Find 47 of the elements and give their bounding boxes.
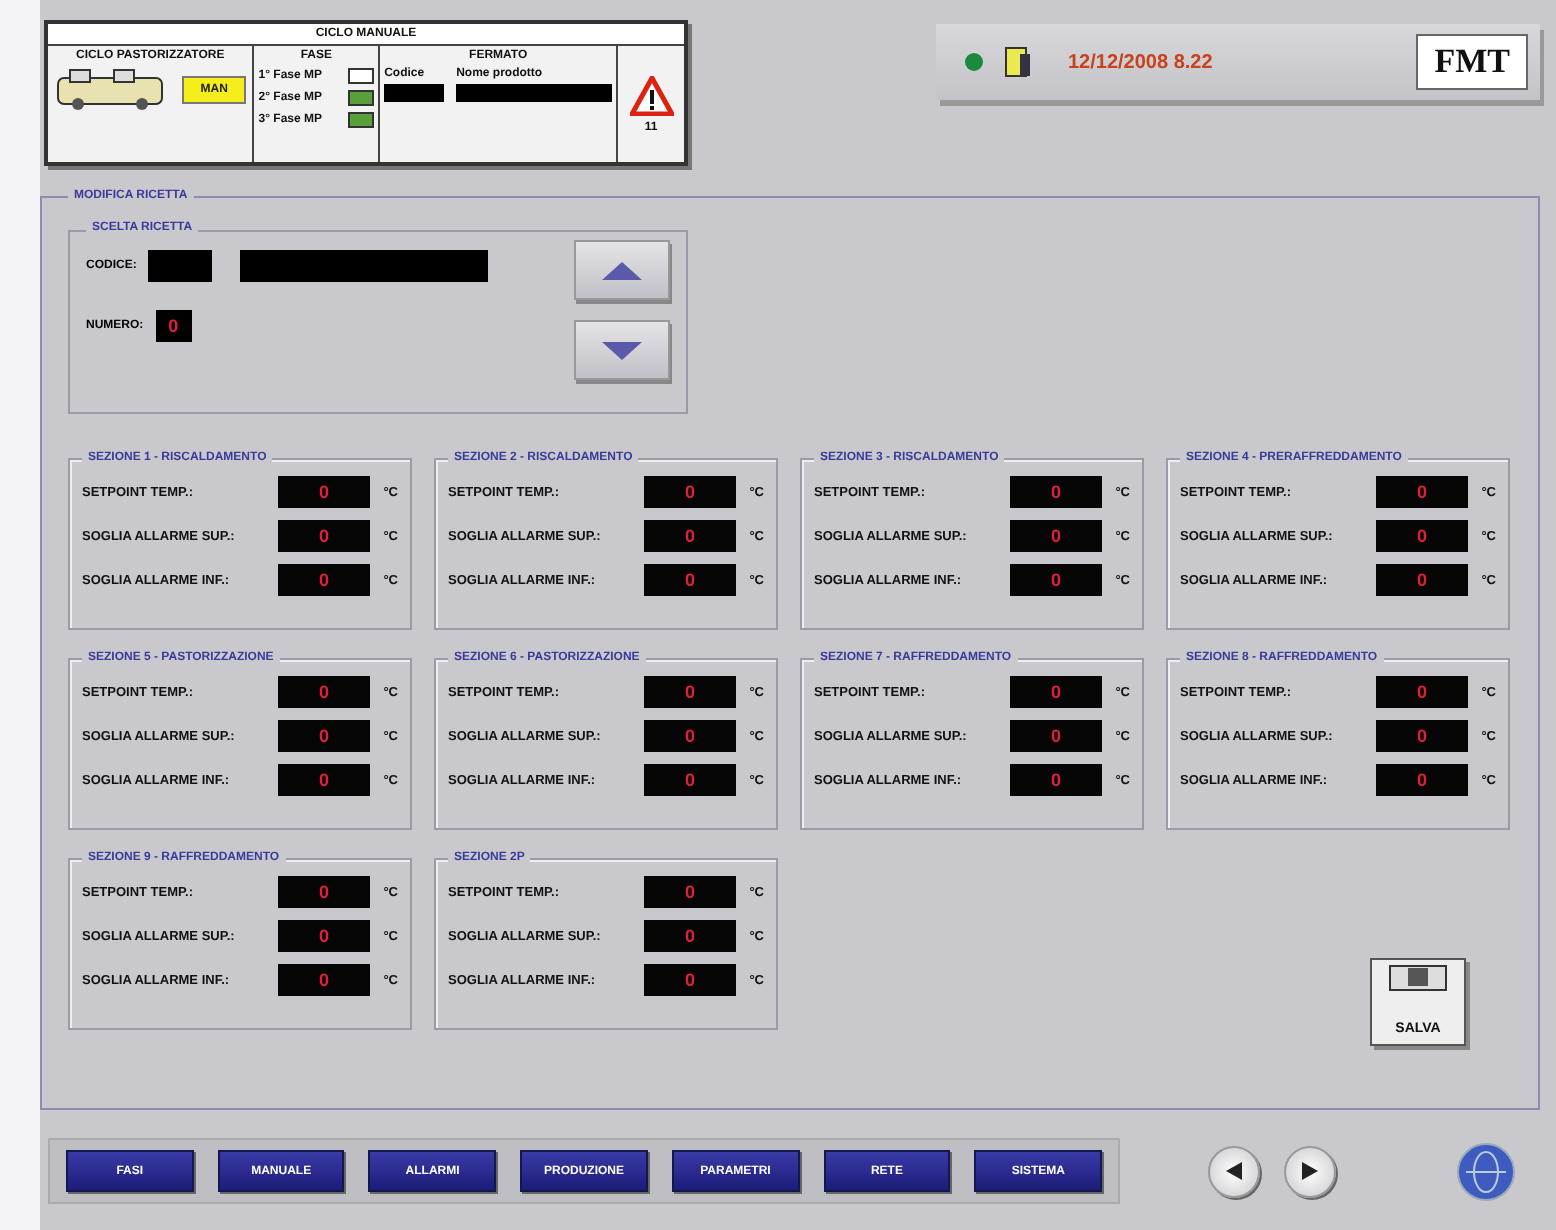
value-display[interactable]: 0 [644,720,736,752]
value-display[interactable]: 0 [644,876,736,908]
value-display[interactable]: 0 [1010,476,1102,508]
value-display[interactable]: 0 [644,520,736,552]
value-display[interactable]: 0 [1376,476,1468,508]
value-display[interactable]: 0 [1010,720,1102,752]
value-display[interactable]: 0 [278,720,370,752]
value-display[interactable]: 0 [644,564,736,596]
number-display[interactable]: 0 [155,310,192,342]
company-logo: FMT [1416,34,1528,90]
value-display[interactable]: 0 [1376,676,1468,708]
value-display[interactable]: 0 [278,520,370,552]
up-arrow-icon [602,261,642,279]
warning-icon [629,75,674,115]
value-display[interactable]: 0 [1376,564,1468,596]
value-display[interactable]: 0 [644,920,736,952]
previous-button[interactable] [1208,1145,1260,1197]
value-display[interactable]: 0 [1010,676,1102,708]
down-arrow-icon [602,341,642,359]
value-display[interactable]: 0 [278,676,370,708]
value-display[interactable]: 0 [278,964,370,996]
value-display[interactable]: 0 [1376,520,1468,552]
value-display[interactable]: 0 [278,764,370,796]
code-display [384,84,445,102]
value-display[interactable]: 0 [644,964,736,996]
value-display[interactable]: 0 [1010,520,1102,552]
value-display[interactable]: 0 [278,876,370,908]
status-led-icon [964,52,984,72]
value-display[interactable]: 0 [278,564,370,596]
value-display[interactable]: 0 [644,476,736,508]
value-display[interactable]: 0 [1010,564,1102,596]
value-display[interactable]: 0 [1376,764,1468,796]
left-arrow-icon [1226,1162,1242,1180]
next-button[interactable] [1284,1145,1336,1197]
machine-icon [54,68,167,112]
value-display[interactable]: 0 [644,764,736,796]
value-display[interactable]: 0 [1376,720,1468,752]
value-display[interactable]: 0 [278,920,370,952]
up-button[interactable] [574,240,670,300]
date-time: 12/12/2008 8.22 [1068,51,1215,73]
globe-icon[interactable] [1456,1141,1516,1201]
value-display[interactable]: 0 [278,476,370,508]
value-display[interactable]: 0 [644,676,736,708]
right-arrow-icon [1302,1162,1318,1180]
down-button[interactable] [574,320,670,380]
value-display[interactable]: 0 [1010,764,1102,796]
document-icon [1004,46,1032,78]
